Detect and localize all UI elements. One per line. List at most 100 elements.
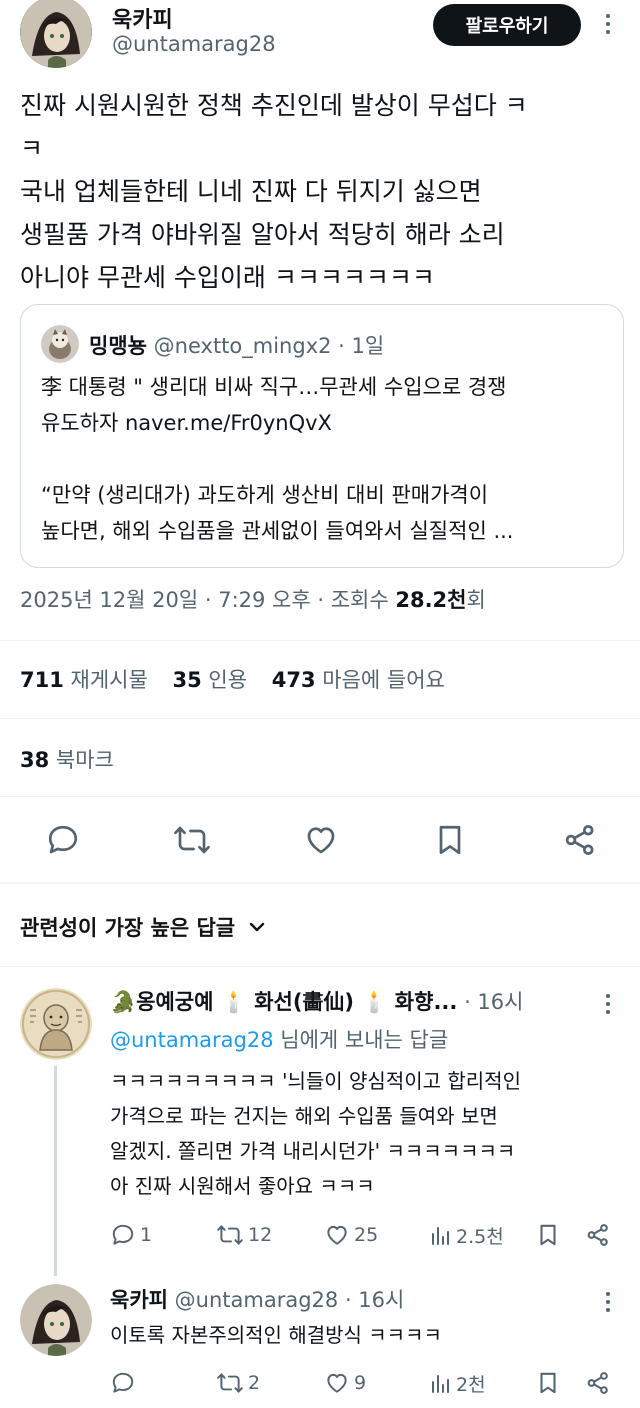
quote-author-row: 밍맹뇽 @nextto_mingx2 · 1일: [89, 330, 384, 360]
reposts-stat[interactable]: 711 재게시물: [20, 668, 148, 692]
quote-text-line: “만약 (생리대가) 과도하게 생산비 대비 판매가격이: [41, 483, 489, 507]
follow-button-label: 팔로우하기: [465, 16, 549, 37]
likes-count: 473: [271, 668, 316, 692]
post-text-line: 국내 업체들한테 니네 진짜 다 뒤지기 싫으면: [20, 177, 482, 206]
share-icon[interactable]: [585, 1222, 611, 1248]
view-count-suffix: 회: [466, 588, 486, 612]
reply-time: · 16시: [464, 990, 524, 1014]
bookmarks-count: 38: [20, 748, 50, 772]
views-count: 2천: [456, 1374, 486, 1396]
reply-action-like[interactable]: 25: [324, 1222, 378, 1248]
avatar-illustration: [20, 988, 92, 1060]
reply-author-name[interactable]: 욱카피: [110, 1288, 168, 1312]
more-options-icon[interactable]: [605, 994, 611, 1014]
like-icon: [327, 1373, 347, 1393]
author-handle[interactable]: @untamarag28: [112, 32, 276, 56]
like-count: 9: [354, 1372, 367, 1394]
repost-count: 2: [248, 1372, 261, 1394]
reply-to-line: @untamarag28 님에게 보내는 답글: [110, 1024, 448, 1054]
avatar-illustration: [20, 0, 92, 68]
reposts-count: 711: [20, 668, 64, 692]
reply-action-repost[interactable]: 2: [216, 1370, 260, 1396]
follow-button[interactable]: 팔로우하기: [433, 4, 581, 46]
bookmark-icon[interactable]: [535, 1370, 561, 1396]
likes-label: 마음에 들어요: [322, 668, 445, 692]
reply-to-handle[interactable]: @untamarag28: [110, 1028, 274, 1052]
views-count: 2.5천: [456, 1226, 504, 1248]
replies-sort-label: 관련성이 가장 높은 답글: [20, 916, 236, 940]
repost-icon[interactable]: [172, 822, 212, 858]
reply-author-avatar[interactable]: [20, 1284, 92, 1356]
author-name[interactable]: 욱카피: [112, 2, 173, 34]
reposts-label: 재게시물: [70, 668, 148, 692]
reply-author-handle[interactable]: @untamarag28: [175, 1288, 339, 1312]
divider: [0, 796, 640, 797]
post-text-line: ㅋ: [20, 134, 44, 163]
reply-action-views[interactable]: 2.5천: [428, 1222, 504, 1249]
reply-text: ㅋㅋㅋㅋㅋㅋㅋㅋㅋ '늬들이 양심적이고 합리적인 가격으로 파는 건지는 해외…: [110, 1064, 521, 1204]
like-icon[interactable]: [302, 822, 340, 858]
reply-icon: [112, 1224, 134, 1245]
cat-avatar-illustration: [41, 325, 79, 363]
view-count: 28.2천: [395, 588, 467, 612]
divider: [0, 718, 640, 719]
bookmarks-stat[interactable]: 38 북마크: [20, 744, 114, 774]
post-timestamp: 2025년 12월 20일 · 7:29 오후 · 조회수 28.2천회: [20, 584, 486, 614]
quote-text-line: 李 대통령 " 생리대 비싸 직구…무관세 수입으로 경쟁: [41, 375, 507, 399]
reply-to-suffix: 님에게 보내는 답글: [273, 1028, 449, 1052]
reply-icon[interactable]: [45, 822, 81, 858]
quote-text-line: [41, 441, 513, 477]
bookmark-icon[interactable]: [432, 822, 468, 858]
share-icon[interactable]: [562, 822, 598, 858]
reply-text-line: 이토록 자본주의적인 해결방식 ㅋㅋㅋㅋ: [110, 1323, 442, 1347]
reply-text-line: 아 진짜 시원해서 좋아요 ㅋㅋㅋ: [110, 1174, 375, 1198]
post-text: 진짜 시원시원한 정책 추진인데 발상이 무섭다 ㅋ ㅋ 국내 업체들한테 니네…: [20, 84, 528, 299]
quotes-label: 인용: [208, 668, 248, 692]
reply-text-line: 알겠지. 쫄리면 가격 내리시던가' ㅋㅋㅋㅋㅋㅋㅋ: [110, 1139, 516, 1163]
like-count: 25: [354, 1224, 379, 1246]
quote-text-line: 높다면, 해외 수입품을 관세없이 들여와서 실질적인 ...: [41, 519, 514, 543]
likes-stat[interactable]: 473 마음에 들어요: [272, 668, 445, 692]
post-stats: 711 재게시물 35 인용 473 마음에 들어요: [20, 664, 445, 694]
reply-author-avatar[interactable]: [20, 988, 92, 1060]
reply-action-repost[interactable]: 12: [216, 1222, 272, 1248]
avatar-illustration: [20, 1284, 92, 1356]
reply-action-like[interactable]: 9: [324, 1370, 366, 1396]
quote-text: 李 대통령 " 생리대 비싸 직구…무관세 수입으로 경쟁 유도하자 naver…: [41, 369, 513, 549]
more-options-icon[interactable]: [605, 1292, 611, 1312]
reply-author-row: 욱카피 @untamarag28 · 16시: [110, 1284, 404, 1314]
repost-icon: [217, 1373, 243, 1393]
quote-card[interactable]: 밍맹뇽 @nextto_mingx2 · 1일 李 대통령 " 생리대 비싸 직…: [20, 304, 624, 568]
quote-author-handle: @nextto_mingx2: [153, 334, 332, 358]
reply-action-reply[interactable]: [110, 1370, 140, 1396]
like-icon: [327, 1225, 347, 1245]
bookmarks-label: 북마크: [55, 748, 114, 772]
chevron-down-icon: [249, 922, 265, 932]
post-text-line: 생필품 가격 야바위질 알아서 적당히 해라 소리: [20, 220, 505, 249]
replies-sort-dropdown[interactable]: 관련성이 가장 높은 답글: [20, 912, 267, 942]
quotes-count: 35: [172, 668, 202, 692]
timestamp-text: 2025년 12월 20일 · 7:29 오후 · 조회수: [20, 588, 396, 612]
reply-text-line: ㅋㅋㅋㅋㅋㅋㅋㅋㅋ '늬들이 양심적이고 합리적인: [110, 1069, 521, 1093]
repost-count: 12: [248, 1224, 273, 1246]
quotes-stat[interactable]: 35 인용: [173, 668, 248, 692]
post-text-line: 진짜 시원시원한 정책 추진인데 발상이 무섭다 ㅋ: [20, 91, 528, 120]
repost-icon: [217, 1225, 243, 1245]
views-icon: [432, 1226, 449, 1245]
more-options-icon[interactable]: [605, 14, 611, 34]
reply-action-reply[interactable]: 1: [110, 1222, 152, 1248]
quote-time: · 1일: [338, 334, 385, 358]
reply-text: 이토록 자본주의적인 해결방식 ㅋㅋㅋㅋ: [110, 1318, 442, 1353]
divider: [0, 966, 640, 967]
quote-author-name: 밍맹뇽: [89, 334, 147, 358]
divider: [0, 882, 640, 884]
thread-line: [54, 1066, 57, 1276]
quote-author-avatar: [41, 325, 79, 363]
reply-action-views[interactable]: 2천: [428, 1370, 486, 1397]
share-icon[interactable]: [585, 1370, 611, 1396]
author-avatar[interactable]: [20, 0, 92, 68]
quote-text-line: 유도하자 naver.me/Fr0ynQvX: [41, 411, 332, 435]
bookmark-icon[interactable]: [535, 1222, 561, 1248]
reply-author-name[interactable]: 🐊옹예궁예 🕯️ 화선(畵仙) 🕯️ 화향...: [110, 990, 457, 1014]
post-text-line: 아니야 무관세 수입이래 ㅋㅋㅋㅋㅋㅋㅋ: [20, 263, 435, 292]
